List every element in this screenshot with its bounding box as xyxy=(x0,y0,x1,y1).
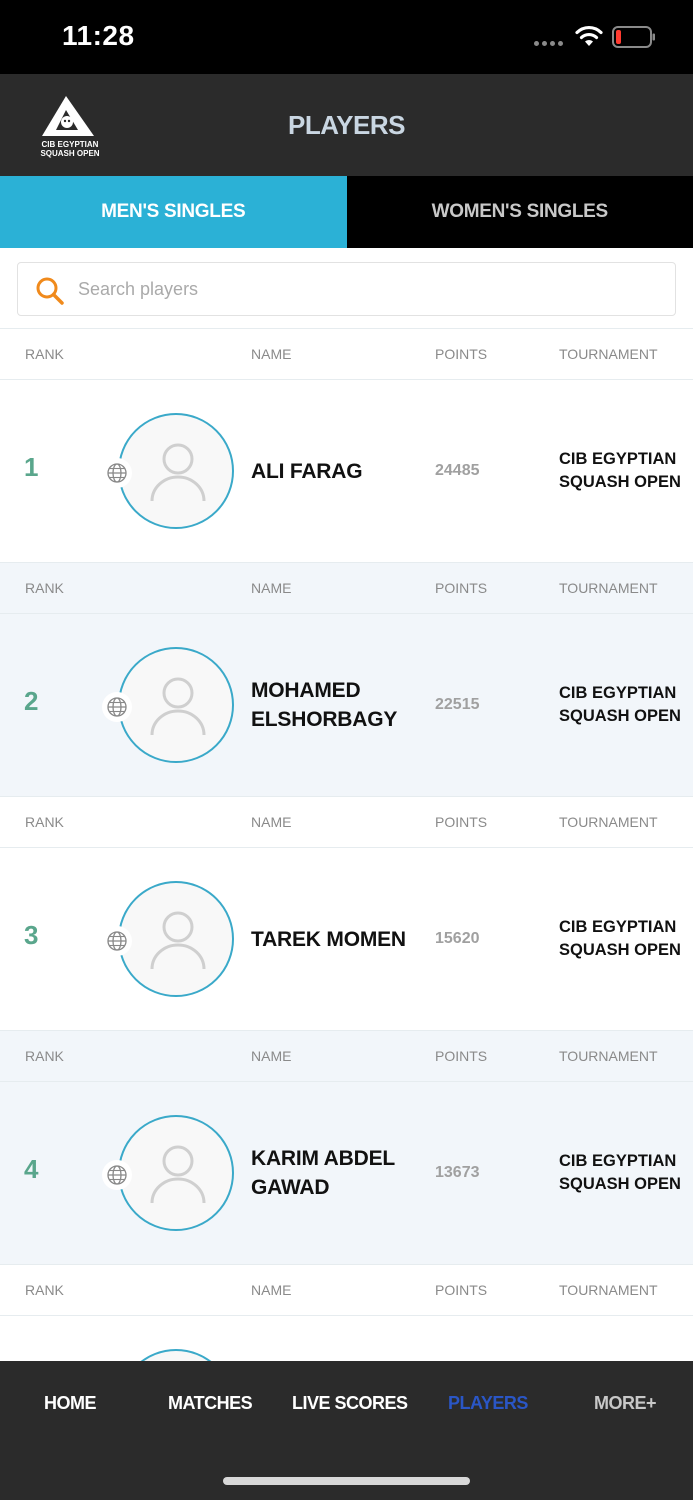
column-rank: RANK xyxy=(25,580,64,596)
column-points: POINTS xyxy=(435,1048,488,1064)
search-icon xyxy=(36,277,64,305)
column-points: POINTS xyxy=(435,346,488,362)
player-rank: 1 xyxy=(24,452,39,482)
player-name: KARIM ABDEL GAWAD xyxy=(251,1147,395,1199)
nav-more[interactable]: MORE+ xyxy=(594,1393,657,1414)
player-points: 24485 xyxy=(435,462,480,479)
avatar xyxy=(118,647,234,763)
country-flag xyxy=(102,458,132,488)
column-tournament: TOURNAMENT xyxy=(559,814,658,830)
search-input[interactable] xyxy=(78,273,658,305)
column-name: NAME xyxy=(251,1048,292,1064)
globe-icon xyxy=(107,1165,127,1185)
tab-womens-singles[interactable]: WOMEN'S SINGLES xyxy=(346,176,693,248)
wifi-icon xyxy=(575,25,603,46)
country-flag xyxy=(102,1160,132,1190)
column-points: POINTS xyxy=(435,814,488,830)
column-rank: RANK xyxy=(25,1048,64,1064)
column-rank: RANK xyxy=(25,814,64,830)
players-list[interactable]: RANK NAME POINTS TOURNAMENT 1 ALI FARAG … xyxy=(0,328,693,1361)
country-flag xyxy=(102,692,132,722)
player-tournament: CIB EGYPTIAN SQUASH OPEN xyxy=(559,1152,681,1193)
avatar xyxy=(118,881,234,997)
status-bar: 11:28 xyxy=(0,0,693,74)
logo-line-1: CIB EGYPTIAN xyxy=(41,140,99,149)
player-name: ALI FARAG xyxy=(251,459,363,483)
user-avatar-icon xyxy=(150,677,206,736)
battery-icon xyxy=(612,26,655,48)
search-box[interactable] xyxy=(17,262,676,316)
cellular-signal-icon xyxy=(534,41,563,46)
user-avatar-icon xyxy=(150,911,206,970)
player-name: MOHAMED ELSHORBAGY xyxy=(251,679,398,731)
player-points: 15620 xyxy=(435,930,480,947)
status-time: 11:28 xyxy=(62,20,135,51)
nav-home[interactable]: HOME xyxy=(44,1393,97,1414)
player-tournament: CIB EGYPTIAN SQUASH OPEN xyxy=(559,450,681,491)
app-header: CIB EGYPTIAN SQUASH OPEN PLAYERS xyxy=(0,74,693,176)
column-rank: RANK xyxy=(25,346,64,362)
column-header: RANK NAME POINTS TOURNAMENT xyxy=(0,562,693,614)
globe-icon xyxy=(107,463,127,483)
player-row[interactable]: 4 KARIM ABDEL GAWAD 13673 CIB EGYPTIAN S… xyxy=(0,1082,693,1264)
column-header: RANK NAME POINTS TOURNAMENT xyxy=(0,328,693,380)
nav-matches[interactable]: MATCHES xyxy=(168,1393,253,1414)
column-name: NAME xyxy=(251,580,292,596)
player-points: 22515 xyxy=(435,696,480,713)
bottom-nav: HOME MATCHES LIVE SCORES PLAYERS MORE+ xyxy=(0,1361,693,1500)
nav-live-scores[interactable]: LIVE SCORES xyxy=(292,1393,408,1414)
category-tabs: MEN'S SINGLES WOMEN'S SINGLES xyxy=(0,176,693,248)
column-header: RANK NAME POINTS TOURNAMENT xyxy=(0,1030,693,1082)
user-avatar-icon xyxy=(150,1145,206,1204)
column-points: POINTS xyxy=(435,580,488,596)
avatar xyxy=(118,1349,234,1361)
column-tournament: TOURNAMENT xyxy=(559,1282,658,1298)
logo-line-2: SQUASH OPEN xyxy=(40,149,100,158)
page-title: PLAYERS xyxy=(288,110,405,140)
home-indicator[interactable] xyxy=(223,1477,470,1485)
column-name: NAME xyxy=(251,814,292,830)
globe-icon xyxy=(107,931,127,951)
player-row[interactable]: 1 ALI FARAG 24485 CIB EGYPTIAN SQUASH OP… xyxy=(0,380,693,562)
player-rank: 4 xyxy=(24,1154,39,1184)
globe-icon xyxy=(107,697,127,717)
player-points: 13673 xyxy=(435,1164,480,1181)
player-tournament: CIB EGYPTIAN SQUASH OPEN xyxy=(559,684,681,725)
player-row[interactable]: 3 TAREK MOMEN 15620 CIB EGYPTIAN SQUASH … xyxy=(0,848,693,1030)
player-name: TAREK MOMEN xyxy=(251,927,406,951)
player-row-partial[interactable] xyxy=(0,1316,693,1361)
column-tournament: TOURNAMENT xyxy=(559,346,658,362)
column-tournament: TOURNAMENT xyxy=(559,1048,658,1064)
column-rank: RANK xyxy=(25,1282,64,1298)
column-tournament: TOURNAMENT xyxy=(559,580,658,596)
nav-players[interactable]: PLAYERS xyxy=(448,1393,528,1414)
user-avatar-icon xyxy=(150,443,206,502)
player-rank: 3 xyxy=(24,920,39,950)
column-name: NAME xyxy=(251,346,292,362)
tab-mens-singles[interactable]: MEN'S SINGLES xyxy=(0,176,347,248)
country-flag xyxy=(102,926,132,956)
player-tournament: CIB EGYPTIAN SQUASH OPEN xyxy=(559,918,681,959)
avatar xyxy=(118,1115,234,1231)
player-rank: 2 xyxy=(24,686,39,716)
column-points: POINTS xyxy=(435,1282,488,1298)
player-row[interactable]: 2 MOHAMED ELSHORBAGY 22515 CIB EGYPTIAN … xyxy=(0,614,693,796)
column-header: RANK NAME POINTS TOURNAMENT xyxy=(0,796,693,848)
column-name: NAME xyxy=(251,1282,292,1298)
avatar xyxy=(118,413,234,529)
column-header: RANK NAME POINTS TOURNAMENT xyxy=(0,1264,693,1316)
